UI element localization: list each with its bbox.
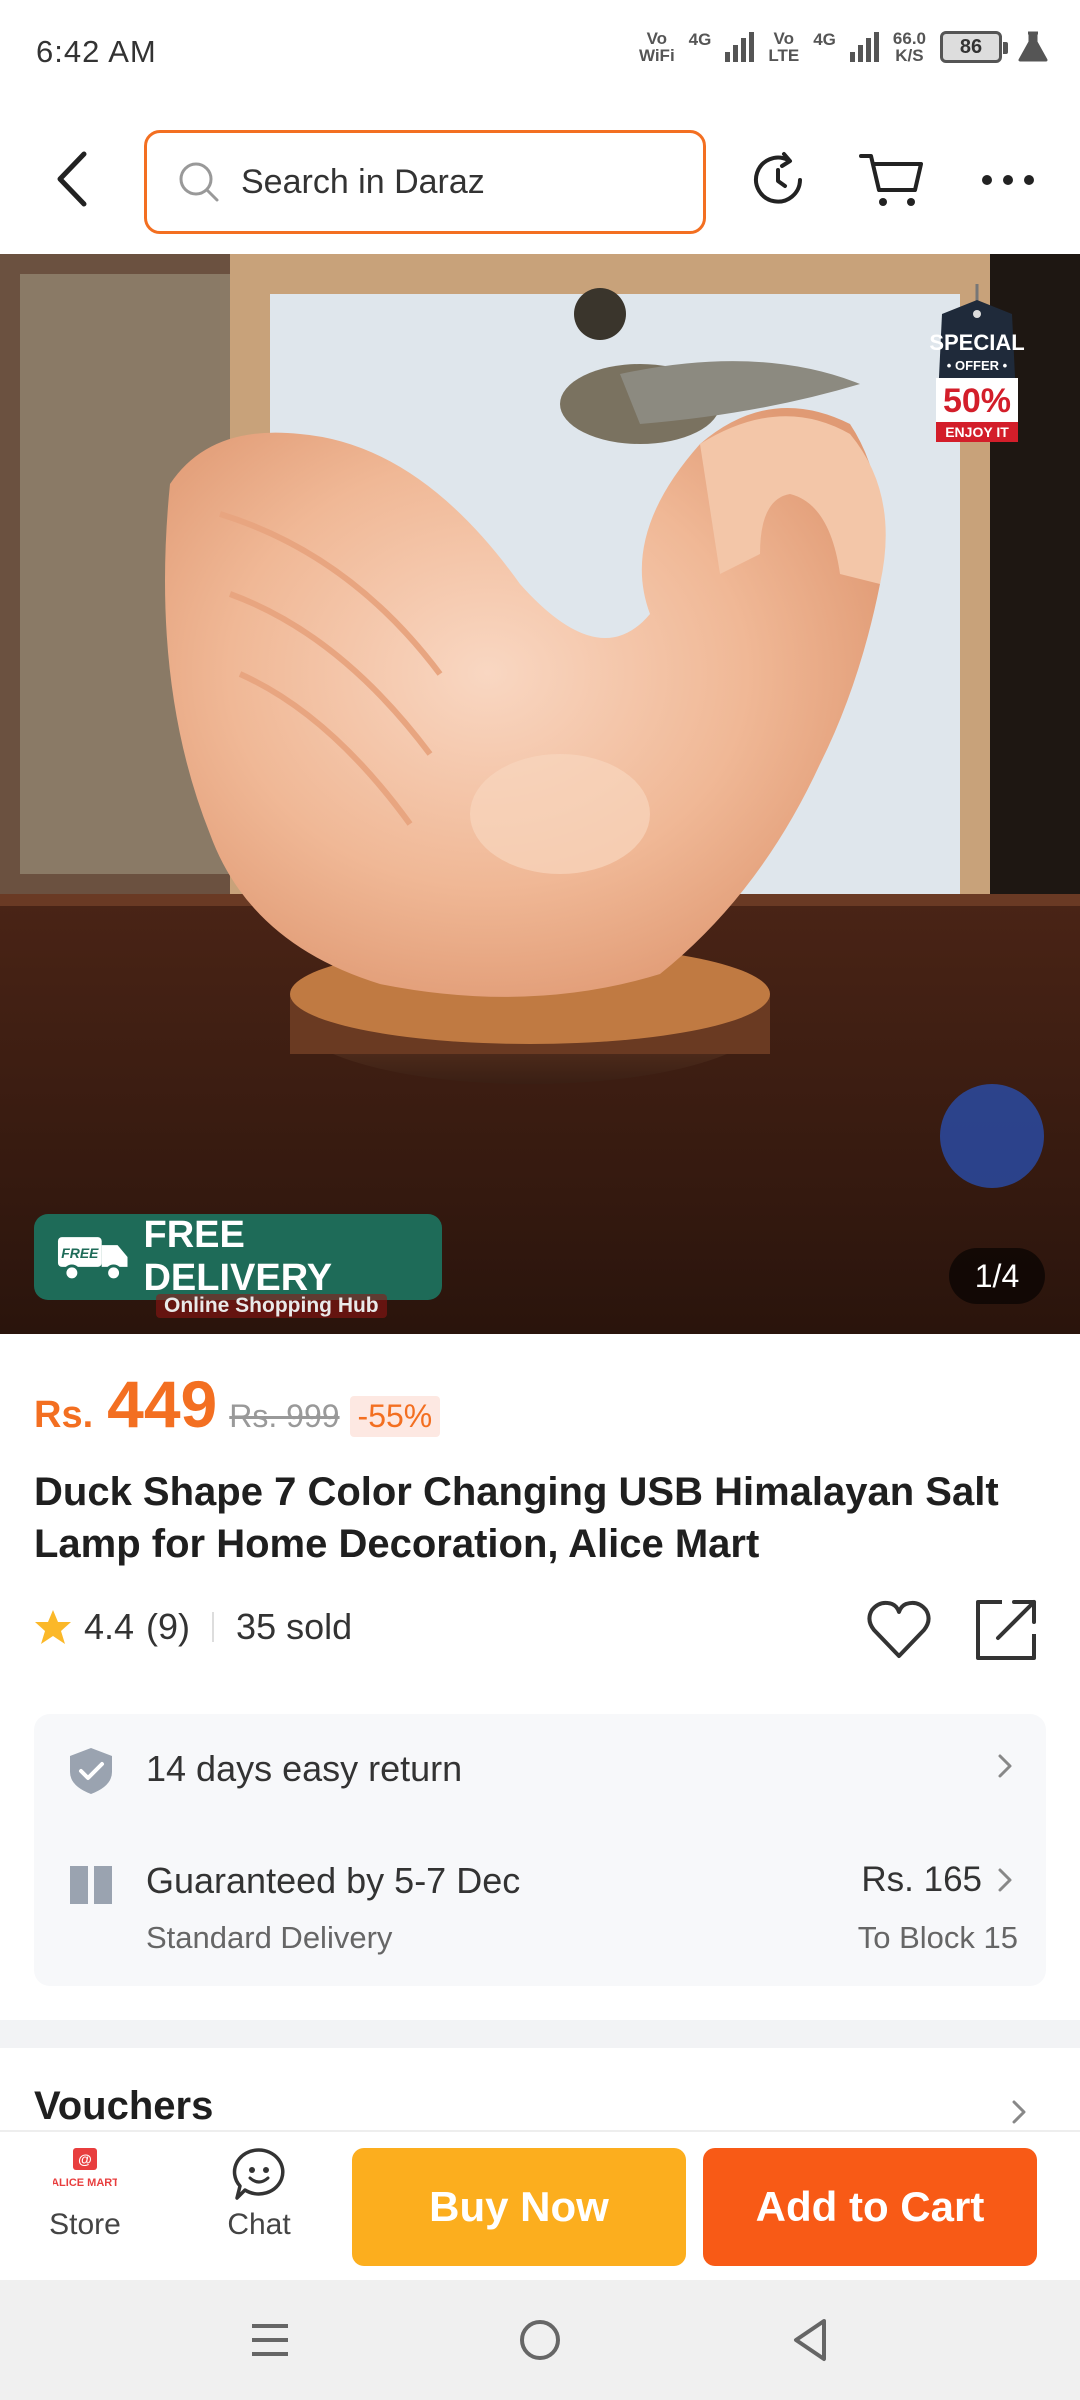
- sim1-signal-icon: [725, 32, 755, 62]
- return-chevron: [994, 1752, 1016, 1780]
- battery-level: 86: [959, 35, 983, 58]
- search-icon: [179, 162, 219, 202]
- delivery-price-wrap: Rs. 165: [861, 1860, 1016, 1900]
- chevron-right-icon: [998, 1754, 1012, 1778]
- delivery-location: To Block 15: [857, 1920, 1018, 1955]
- original-price: Rs. 999: [229, 1398, 340, 1434]
- shop-hub-watermark: Online Shopping Hub: [156, 1294, 387, 1318]
- home-button[interactable]: [510, 2310, 570, 2370]
- tag-offer-text: • OFFER •: [947, 358, 1008, 373]
- free-delivery-text: FREE DELIVERY: [143, 1214, 333, 1299]
- vouchers-title[interactable]: Vouchers: [34, 2084, 213, 2129]
- rating-row[interactable]: 4.4 (9) 35 sold: [34, 1606, 352, 1648]
- status-icons: Vo WiFi 4G Vo LTE 4G 66.0 K/S 86: [639, 30, 1050, 64]
- bottom-action-bar: @ ALICE MART Store Chat Buy Now Add to C…: [0, 2130, 1080, 2278]
- sim1-network-label: 4G: [688, 30, 712, 49]
- recents-button[interactable]: [240, 2310, 300, 2370]
- delivery-truck-icon: FREE: [57, 1237, 128, 1282]
- svg-text:@: @: [78, 2151, 92, 2167]
- free-delivery-badge: FREE FREE DELIVERY: [34, 1214, 442, 1300]
- status-time: 6:42 AM: [36, 34, 157, 69]
- sim2-signal-icon: [849, 32, 879, 62]
- share-icon: [976, 1600, 1036, 1660]
- cart-button[interactable]: [856, 144, 928, 216]
- wishlist-button[interactable]: [864, 1596, 934, 1666]
- more-button[interactable]: [972, 144, 1044, 216]
- buy-now-button[interactable]: Buy Now: [352, 2148, 686, 2266]
- menu-lines-icon: [252, 2324, 288, 2356]
- delivery-price: Rs. 165: [861, 1860, 982, 1899]
- system-navigation-bar: [0, 2280, 1080, 2400]
- search-input[interactable]: Search in Daraz: [144, 130, 706, 234]
- store-logo-text: ALICE MART: [53, 2177, 117, 2189]
- section-divider: [0, 2020, 1080, 2048]
- discount-badge: -55%: [349, 1396, 441, 1437]
- shield-check-icon: [70, 1748, 112, 1794]
- rating-count: (9): [146, 1606, 191, 1647]
- store-button[interactable]: @ ALICE MART Store: [30, 2146, 140, 2242]
- rating-divider: [212, 1612, 215, 1642]
- history-icon: [754, 152, 802, 204]
- product-title: Duck Shape 7 Color Changing USB Himalaya…: [34, 1470, 999, 1566]
- heart-icon: [867, 1600, 931, 1658]
- chevron-right-icon: [998, 1868, 1012, 1892]
- delivery-row[interactable]: Guaranteed by 5-7 Dec Standard Delivery …: [34, 1826, 1046, 1986]
- rating-score: 4.4: [84, 1606, 135, 1647]
- vouchers-chevron-icon[interactable]: [1008, 2098, 1030, 2126]
- package-icon: [70, 1866, 112, 1904]
- flask-icon: [1018, 31, 1048, 62]
- top-navigation: Search in Daraz: [0, 108, 1080, 254]
- search-placeholder: Search in Daraz: [241, 162, 485, 201]
- more-icon: [982, 175, 1034, 185]
- chat-icon: [232, 2148, 285, 2200]
- free-mini-text: FREE: [61, 1245, 99, 1261]
- volte-indicator: Vo LTE: [768, 29, 800, 65]
- product-image-carousel[interactable]: SPECIAL • OFFER • 50% ENJOY IT FREE FREE…: [0, 254, 1080, 1334]
- vowifi-indicator: Vo WiFi: [638, 29, 675, 65]
- store-label: Store: [49, 2208, 121, 2241]
- store-logo-icon: @ ALICE MART: [53, 2148, 117, 2189]
- product-photo: [0, 254, 1080, 1334]
- tag-enjoy-text: ENJOY IT: [945, 424, 1009, 440]
- system-back-button[interactable]: [780, 2310, 840, 2370]
- back-arrow-icon: [57, 151, 87, 207]
- cart-icon: [859, 154, 923, 206]
- special-offer-tag: SPECIAL • OFFER • 50% ENJOY IT: [929, 284, 1025, 442]
- return-policy-row[interactable]: 14 days easy return: [34, 1714, 1046, 1826]
- image-counter: 1/4: [949, 1248, 1045, 1304]
- back-button[interactable]: [44, 146, 100, 212]
- share-button[interactable]: [972, 1594, 1042, 1664]
- history-button[interactable]: [742, 144, 814, 216]
- network-speed: 66.0 K/S: [892, 29, 926, 65]
- delivery-method-text: Standard Delivery: [146, 1920, 393, 1955]
- return-policy-text: 14 days easy return: [146, 1748, 463, 1789]
- triangle-back-icon: [794, 2319, 826, 2361]
- service-card: 14 days easy return Guaranteed by 5-7 De…: [34, 1714, 1046, 1986]
- battery-icon: 86: [940, 31, 1008, 63]
- star-icon: [35, 1610, 71, 1644]
- sold-count: 35 sold: [236, 1606, 353, 1647]
- touch-indicator: [940, 1084, 1044, 1188]
- status-bar: 6:42 AM Vo WiFi 4G Vo LTE 4G 66.0 K/S 86: [0, 0, 1080, 108]
- price-row: Rs. 449 Rs. 999 -55%: [34, 1366, 441, 1442]
- price-value: 449: [107, 1367, 218, 1441]
- price-currency: Rs.: [34, 1394, 94, 1436]
- sim2-network-label: 4G: [813, 30, 836, 49]
- tag-percent-text: 50%: [943, 382, 1011, 420]
- delivery-guarantee-text: Guaranteed by 5-7 Dec: [146, 1860, 521, 1901]
- chat-button[interactable]: Chat: [204, 2146, 314, 2242]
- home-circle-icon: [520, 2320, 560, 2360]
- chat-label: Chat: [227, 2208, 291, 2241]
- tag-special-text: SPECIAL: [929, 330, 1024, 355]
- add-to-cart-button[interactable]: Add to Cart: [703, 2148, 1037, 2266]
